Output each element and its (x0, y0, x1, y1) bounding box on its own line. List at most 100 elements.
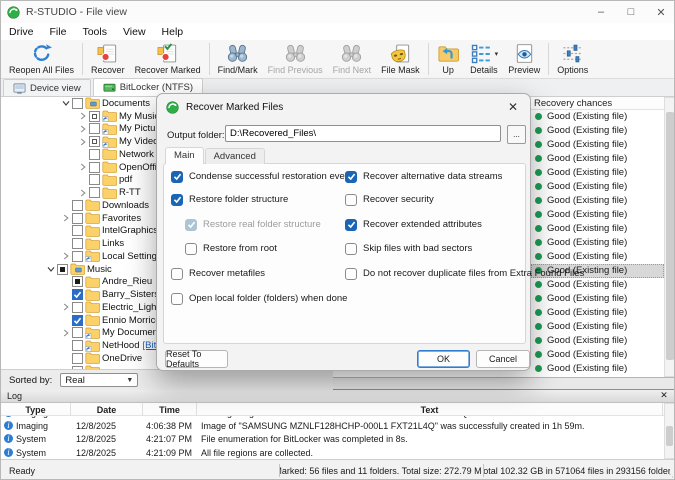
chevron-right-icon[interactable] (77, 187, 89, 198)
checkbox-unchecked[interactable] (89, 162, 100, 173)
chevron-right-icon[interactable] (60, 213, 72, 224)
toolbar-label: Find Previous (268, 65, 323, 75)
log-close-icon[interactable]: ✕ (657, 390, 671, 401)
checkbox-checked[interactable] (171, 171, 183, 183)
checkbox-unchecked[interactable] (345, 243, 357, 255)
maximize-button[interactable]: □ (616, 1, 646, 23)
ok-button[interactable]: OK (417, 350, 470, 368)
sorted-by-select[interactable]: Real ▼ (60, 373, 138, 387)
folder-link-icon (85, 340, 102, 352)
tab-label: BitLocker (NTFS) (120, 82, 193, 93)
toolbar-options[interactable]: Options (552, 40, 593, 78)
chevron-right-icon[interactable] (77, 123, 89, 134)
log-row[interactable]: iSystem12/8/20254:21:07 PMFile enumerati… (1, 433, 661, 446)
menu-file[interactable]: File (42, 26, 75, 38)
chevron-right-icon[interactable] (77, 162, 89, 173)
checkbox-unchecked[interactable] (171, 268, 183, 280)
vertical-scrollbar[interactable] (664, 97, 675, 377)
log-row[interactable]: iSystem12/8/20254:21:09 PMAll file regio… (1, 447, 661, 459)
checkbox-unchecked[interactable] (72, 340, 83, 351)
checkbox-unchecked[interactable] (72, 302, 83, 313)
chevron-right-icon[interactable] (60, 251, 72, 262)
checkbox-partial-gray[interactable] (89, 136, 100, 147)
toolbar-icon-row (284, 42, 307, 65)
chevron-right-icon[interactable] (60, 327, 72, 338)
browse-button[interactable]: ... (507, 125, 526, 144)
log-cell-text: Image of "SAMSUNG MZNLF128HCHP-000L1 FXT… (201, 421, 585, 431)
recovery-chance-label: Good (Existing file) (547, 181, 627, 192)
log-column-type[interactable]: Type (1, 403, 71, 416)
chevron-right-icon[interactable] (77, 111, 89, 122)
cancel-button[interactable]: Cancel (476, 350, 530, 368)
checkbox-unchecked[interactable] (345, 194, 357, 206)
dialog-title-bar: Recover Marked Files ✕ (157, 94, 530, 120)
checkbox-unchecked[interactable] (72, 327, 83, 338)
toolbar-preview[interactable]: Preview (503, 40, 545, 78)
log-column-date[interactable]: Date (71, 403, 143, 416)
checkbox-unchecked[interactable] (89, 174, 100, 185)
log-vertical-scrollbar[interactable] (664, 403, 675, 459)
checkbox-unchecked[interactable] (171, 293, 183, 305)
output-folder-input[interactable] (225, 125, 501, 142)
toolbar-find-mark[interactable]: Find/Mark (213, 40, 263, 78)
checkbox-unchecked[interactable] (89, 187, 100, 198)
scrollbar-thumb[interactable] (666, 112, 674, 360)
log-row[interactable]: iImaging12/8/20254:06:38 PMImage of "SAM… (1, 420, 661, 433)
toolbar-reopen-all-files[interactable]: Reopen All Files (4, 40, 79, 78)
toolbar-up[interactable]: Up (432, 40, 465, 78)
checkbox-checked (185, 219, 197, 231)
chevron-down-icon[interactable] (45, 264, 57, 275)
dialog-close-icon[interactable]: ✕ (504, 98, 522, 116)
dialog-tab-main[interactable]: Main (165, 147, 204, 164)
checkbox-partial-black[interactable] (57, 264, 68, 275)
checkbox-checked[interactable] (72, 289, 83, 300)
checkbox-unchecked[interactable] (89, 123, 100, 134)
checkbox-checked[interactable] (345, 219, 357, 231)
checkbox-unchecked[interactable] (345, 268, 357, 280)
menu-drive[interactable]: Drive (1, 26, 42, 38)
option-recover-alternative-data-streams: Recover alternative data streams (345, 170, 502, 183)
checkbox-unchecked[interactable] (185, 243, 197, 255)
scrollbar-thumb[interactable] (666, 426, 673, 446)
toolbar-recover[interactable]: Recover (86, 40, 130, 78)
toolbar-details[interactable]: ▾Details (465, 40, 504, 78)
reset-to-defaults-button[interactable]: Reset To Defaults (165, 350, 228, 368)
resize-grip[interactable]: ⋱ (666, 470, 674, 479)
folder-link-icon (102, 110, 119, 122)
dialog-tab-advanced[interactable]: Advanced (205, 148, 265, 164)
menu-help[interactable]: Help (154, 26, 192, 38)
toolbar-file-mask[interactable]: File Mask (376, 40, 425, 78)
status-dot-good-icon (535, 365, 542, 372)
recovery-chance-label: Good (Existing file) (547, 167, 627, 178)
checkbox-unchecked[interactable] (72, 225, 83, 236)
checkbox-unchecked[interactable] (72, 213, 83, 224)
chevron-right-icon[interactable] (77, 136, 89, 147)
chevron-spacer (77, 149, 89, 160)
log-column-text[interactable]: Text (197, 403, 663, 416)
toolbar-recover-marked[interactable]: Recover Marked (130, 40, 206, 78)
checkbox-unchecked[interactable] (72, 353, 83, 364)
minimize-button[interactable]: – (586, 1, 616, 23)
horizontal-scrollbar[interactable] (333, 377, 675, 389)
checkbox-unchecked[interactable] (72, 200, 83, 211)
checkbox-unchecked[interactable] (72, 251, 83, 262)
checkbox-unchecked[interactable] (72, 98, 83, 109)
checkbox-unchecked[interactable] (89, 149, 100, 160)
chevron-right-icon[interactable] (60, 302, 72, 313)
dropdown-caret-icon[interactable]: ▾ (495, 50, 499, 58)
column-header-recovery-chances[interactable]: Recovery chances (534, 98, 612, 109)
checkbox-checked[interactable] (171, 194, 183, 206)
checkbox-partial-gray[interactable] (89, 111, 100, 122)
log-title-bar: Log ✕ (1, 390, 675, 403)
close-button[interactable]: ✕ (646, 1, 675, 23)
checkbox-unchecked[interactable] (72, 238, 83, 249)
log-column-time[interactable]: Time (143, 403, 197, 416)
menu-tools[interactable]: Tools (74, 26, 115, 38)
checkbox-checked[interactable] (345, 171, 357, 183)
folder-icon (85, 225, 102, 237)
checkbox-partial-black[interactable] (72, 276, 83, 287)
chevron-down-icon[interactable] (60, 98, 72, 109)
menu-view[interactable]: View (115, 26, 154, 38)
tab-device-view[interactable]: Device view (3, 79, 91, 96)
checkbox-checked[interactable] (72, 315, 83, 326)
